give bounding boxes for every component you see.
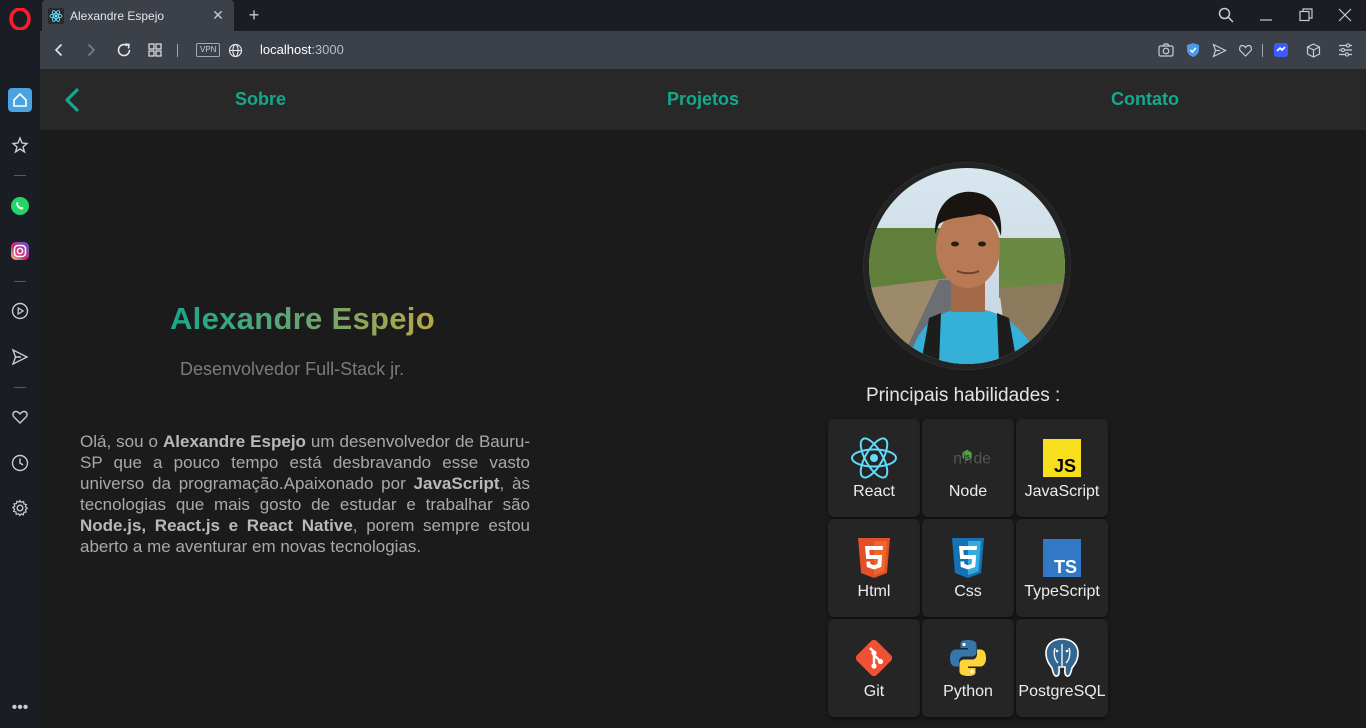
react-icon — [850, 437, 898, 479]
javascript-icon: JS — [1038, 437, 1086, 479]
svg-text:js: js — [963, 452, 970, 461]
whatsapp-icon[interactable] — [8, 194, 32, 218]
node-icon: njsnde — [944, 437, 992, 479]
close-window-icon[interactable] — [1333, 4, 1357, 26]
hero-name: Alexandre Espejo — [170, 301, 435, 336]
vpn-badge[interactable]: VPN — [196, 43, 221, 57]
tab-close-icon[interactable]: ✕ — [208, 6, 228, 26]
send-icon[interactable] — [8, 345, 32, 369]
svg-text:TS: TS — [1054, 557, 1077, 577]
postgresql-icon — [1038, 637, 1086, 679]
bio-highlight-name: Alexandre Espejo — [163, 432, 306, 451]
html5-icon — [850, 537, 898, 579]
react-favicon-icon — [48, 7, 64, 24]
skill-card-typescript: TS TypeScript — [1016, 519, 1108, 617]
typescript-icon: TS — [1038, 537, 1086, 579]
skills-title: Principais habilidades : — [866, 385, 1061, 406]
browser-sidebar: ••• — [0, 0, 40, 728]
sidebar-divider — [14, 175, 26, 176]
back-icon[interactable] — [49, 40, 69, 60]
back-arrow-icon[interactable] — [60, 87, 84, 113]
adblock-shield-icon[interactable] — [1184, 41, 1202, 59]
bookmarks-icon[interactable] — [8, 133, 32, 157]
skill-card-node: njsnde Node — [922, 419, 1014, 517]
skill-label: React — [853, 483, 895, 500]
skill-card-python: Python — [922, 619, 1014, 717]
heart-icon[interactable] — [8, 405, 32, 429]
globe-icon[interactable] — [225, 40, 245, 60]
toolbar-divider — [1262, 44, 1263, 57]
skill-label: Python — [943, 683, 993, 700]
site-navbar: Sobre Projetos Contato — [40, 69, 1366, 130]
page-content: Sobre Projetos Contato Alexandre Espejo … — [40, 69, 1366, 728]
profile-avatar — [864, 163, 1070, 369]
search-icon[interactable] — [1214, 4, 1238, 26]
skill-label: PostgreSQL — [1018, 683, 1106, 700]
tab-active[interactable]: Alexandre Espejo ✕ — [42, 0, 234, 31]
bookmark-heart-icon[interactable] — [1236, 41, 1254, 59]
url-port: :3000 — [311, 42, 344, 57]
profile-photo — [869, 168, 1065, 364]
skill-card-postgresql: PostgreSQL — [1016, 619, 1108, 717]
nav-link-projetos[interactable]: Projetos — [667, 89, 739, 110]
skill-card-git: Git — [828, 619, 920, 717]
nav-link-sobre[interactable]: Sobre — [235, 89, 286, 110]
easy-setup-menu-icon[interactable] — [1336, 41, 1354, 59]
extension-icon[interactable] — [1272, 41, 1290, 59]
bio-text: Olá, sou o — [80, 432, 163, 451]
forward-icon[interactable] — [81, 40, 101, 60]
git-icon — [850, 637, 898, 679]
css3-icon — [944, 537, 992, 579]
skill-card-html: Html — [828, 519, 920, 617]
player-icon[interactable] — [8, 299, 32, 323]
skill-card-css: Css — [922, 519, 1014, 617]
sidebar-divider — [14, 281, 26, 282]
history-icon[interactable] — [8, 451, 32, 475]
skill-label: TypeScript — [1024, 583, 1100, 600]
instagram-icon[interactable] — [8, 239, 32, 263]
skills-grid: React njsnde Node JS JavaScript Html Css — [828, 419, 1109, 717]
svg-text:de: de — [974, 451, 992, 468]
more-icon[interactable]: ••• — [8, 696, 32, 720]
tab-bar: Alexandre Espejo ✕ + — [40, 0, 1366, 31]
restore-icon[interactable] — [1294, 4, 1318, 26]
skill-label: Node — [948, 483, 988, 500]
opera-logo-icon[interactable] — [9, 8, 31, 30]
settings-gear-icon[interactable] — [8, 496, 32, 520]
bio-highlight-techs: Node.js, React.js e React Native — [80, 516, 353, 535]
minimize-icon[interactable] — [1254, 4, 1278, 26]
home-icon[interactable] — [8, 88, 32, 112]
skill-card-react: React — [828, 419, 920, 517]
skill-card-javascript: JS JavaScript — [1016, 419, 1108, 517]
snapshot-camera-icon[interactable] — [1157, 41, 1175, 59]
bio-paragraph: Olá, sou o Alexandre Espejo um desenvolv… — [80, 431, 530, 557]
cube-icon[interactable] — [1304, 41, 1322, 59]
hero-role: Desenvolvedor Full-Stack jr. — [180, 359, 405, 379]
skill-label: Css — [954, 583, 982, 600]
tabs-grid-icon[interactable] — [145, 40, 165, 60]
skill-label: Html — [857, 583, 891, 600]
address-divider — [177, 44, 178, 57]
svg-text:JS: JS — [1054, 456, 1076, 476]
nav-link-contato[interactable]: Contato — [1111, 89, 1179, 110]
svg-text:n: n — [953, 451, 962, 468]
new-tab-button[interactable]: + — [244, 5, 264, 25]
reload-icon[interactable] — [114, 40, 134, 60]
sidebar-divider — [14, 387, 26, 388]
bio-highlight-js: JavaScript — [413, 474, 500, 493]
url-host: localhost — [260, 42, 312, 57]
url-text[interactable]: localhost:3000 — [260, 42, 344, 57]
address-bar: VPN localhost:3000 — [40, 31, 1366, 69]
tab-title: Alexandre Espejo — [70, 8, 165, 23]
skill-label: JavaScript — [1024, 483, 1100, 500]
share-send-icon[interactable] — [1210, 41, 1228, 59]
skill-label: Git — [863, 683, 885, 700]
python-icon — [944, 637, 992, 679]
